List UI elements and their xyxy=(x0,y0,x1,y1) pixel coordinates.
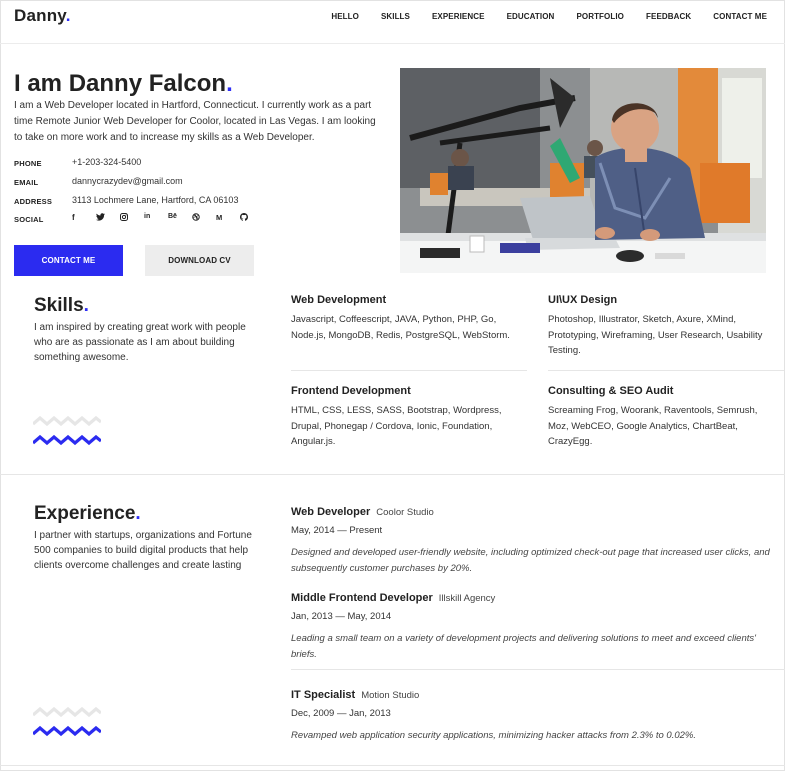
experience-wave-decoration xyxy=(33,706,101,737)
nav-hello[interactable]: HELLO xyxy=(331,12,359,21)
nav-contact-me[interactable]: CONTACT ME xyxy=(713,12,767,21)
github-icon[interactable] xyxy=(240,213,264,223)
hero-photo xyxy=(400,68,766,273)
site-logo[interactable]: Danny. xyxy=(14,6,71,26)
experience-title: Experience. xyxy=(34,503,141,525)
skill-name: Frontend Development xyxy=(291,385,411,397)
bottom-divider xyxy=(0,765,785,766)
skills-divider-left xyxy=(291,370,527,371)
job-role: Web Developer xyxy=(291,506,371,518)
job-description: Designed and developed user-friendly web… xyxy=(291,547,770,574)
info-label-email: EMAIL xyxy=(14,178,39,187)
skill-name: UI\UX Design xyxy=(548,294,618,306)
hero-title: I am Danny Falcon. xyxy=(14,70,233,98)
job-dates: Jan, 2013 — May, 2014 xyxy=(291,611,392,622)
skill-name: Consulting & SEO Audit xyxy=(548,385,674,397)
skills-divider-right xyxy=(548,370,784,371)
logo-text: Danny xyxy=(14,6,66,25)
job-company: Motion Studio xyxy=(361,690,420,701)
job-description: Revamped web application security applic… xyxy=(291,730,696,741)
skills-wave-decoration xyxy=(33,415,101,446)
experience-item: Middle Frontend Developer Illskill Agency… xyxy=(291,588,771,662)
skills-title-text: Skills xyxy=(34,295,84,316)
download-cv-button[interactable]: DOWNLOAD CV xyxy=(145,245,254,276)
job-role: Middle Frontend Developer xyxy=(291,592,433,604)
nav-portfolio[interactable]: PORTFOLIO xyxy=(576,12,624,21)
job-company: Illskill Agency xyxy=(438,593,496,604)
site-header: Danny. HELLO SKILLS EXPERIENCE EDUCATION… xyxy=(0,0,785,44)
experience-title-dot: . xyxy=(135,503,141,524)
dribbble-icon[interactable] xyxy=(192,213,216,223)
instagram-icon[interactable] xyxy=(120,213,144,223)
info-label-phone: PHONE xyxy=(14,159,42,168)
section-divider xyxy=(0,474,785,475)
info-value-email[interactable]: dannycrazydev@gmail.com xyxy=(72,176,183,186)
skill-details: Photoshop, Illustrator, Sketch, Axure, X… xyxy=(548,314,763,356)
info-row-address: ADDRESS 3113 Lochmere Lane, Hartford, CA… xyxy=(14,195,384,213)
info-label-social: SOCIAL xyxy=(14,215,44,224)
nav-skills[interactable]: SKILLS xyxy=(381,12,410,21)
info-value-address: 3113 Lochmere Lane, Hartford, CA 06103 xyxy=(72,195,239,205)
twitter-icon[interactable] xyxy=(96,213,120,223)
skill-frontend-development: Frontend Development HTML, CSS, LESS, SA… xyxy=(291,385,531,450)
linkedin-icon[interactable]: in xyxy=(144,213,168,223)
hero-title-text: I am Danny Falcon xyxy=(14,70,227,97)
nav-education[interactable]: EDUCATION xyxy=(507,12,555,21)
info-row-phone: PHONE +1-203-324-5400 xyxy=(14,157,384,175)
skills-title: Skills. xyxy=(34,295,89,317)
skill-web-development: Web Development Javascript, Coffeescript… xyxy=(291,294,531,343)
job-dates: Dec, 2009 — Jan, 2013 xyxy=(291,708,391,719)
facebook-icon[interactable]: f xyxy=(72,213,96,223)
nav-experience[interactable]: EXPERIENCE xyxy=(432,12,485,21)
info-label-address: ADDRESS xyxy=(14,197,53,206)
skill-details: Javascript, Coffeescript, JAVA, Python, … xyxy=(291,314,510,341)
info-row-email: EMAIL dannycrazydev@gmail.com xyxy=(14,176,384,194)
experience-description: I partner with startups, organizations a… xyxy=(34,530,252,571)
job-company: Coolor Studio xyxy=(376,507,434,518)
logo-dot: . xyxy=(65,6,71,25)
main-nav: HELLO SKILLS EXPERIENCE EDUCATION PORTFO… xyxy=(331,12,767,21)
skill-details: Screaming Frog, Woorank, Raventools, Sem… xyxy=(548,405,758,447)
job-description: Leading a small team on a variety of dev… xyxy=(291,633,756,660)
social-links: f in Bē M xyxy=(72,213,264,223)
hero-title-dot: . xyxy=(226,70,233,97)
skills-description: I am inspired by creating great work wit… xyxy=(34,322,246,363)
experience-item: IT Specialist Motion Studio Dec, 2009 — J… xyxy=(291,685,771,744)
skill-consulting-seo: Consulting & SEO Audit Screaming Frog, W… xyxy=(548,385,780,450)
contact-me-button[interactable]: CONTACT ME xyxy=(14,245,123,276)
skills-title-dot: . xyxy=(83,295,89,316)
info-value-phone[interactable]: +1-203-324-5400 xyxy=(72,157,141,167)
skill-ui-ux-design: UI\UX Design Photoshop, Illustrator, Ske… xyxy=(548,294,780,359)
info-row-social: SOCIAL f in Bē M xyxy=(14,213,384,231)
skill-name: Web Development xyxy=(291,294,387,306)
hero-intro: I am a Web Developer located in Hartford… xyxy=(14,100,376,143)
experience-title-text: Experience xyxy=(34,503,136,524)
job-role: IT Specialist xyxy=(291,689,356,701)
behance-icon[interactable]: Bē xyxy=(168,213,192,223)
nav-feedback[interactable]: FEEDBACK xyxy=(646,12,691,21)
medium-icon[interactable]: M xyxy=(216,213,240,223)
job-dates: May, 2014 — Present xyxy=(291,525,383,536)
experience-divider xyxy=(291,669,785,670)
experience-item: Web Developer Coolor Studio May, 2014 — P… xyxy=(291,502,771,576)
skill-details: HTML, CSS, LESS, SASS, Bootstrap, Wordpr… xyxy=(291,405,502,447)
